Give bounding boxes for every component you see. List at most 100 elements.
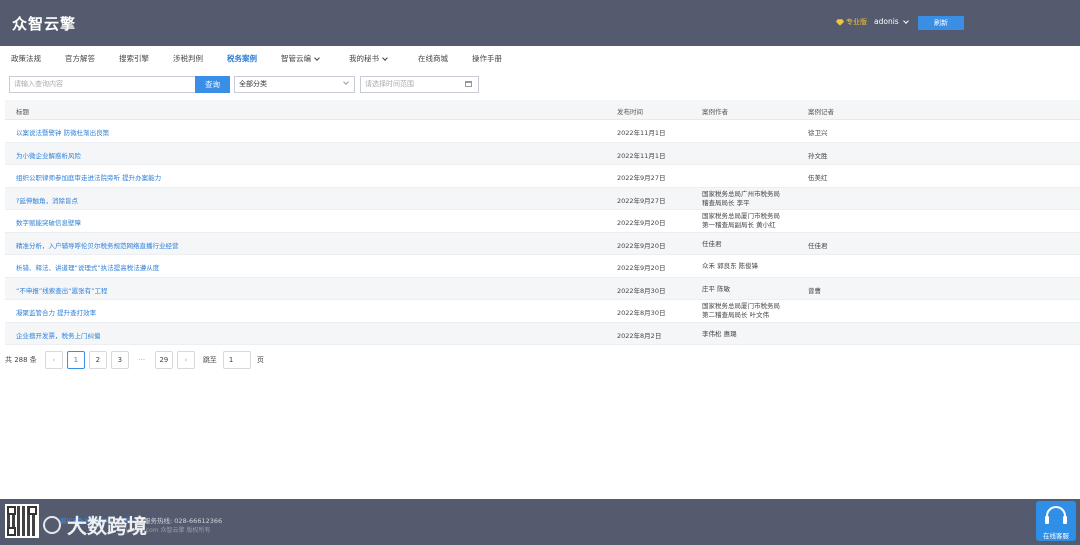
nav-my-secretary[interactable]: 我的秘书 [349, 53, 388, 64]
case-author-line: 国家税务总局厦门市税务局 [702, 212, 780, 220]
header-title: 标题 [16, 108, 29, 116]
case-author-line: 第一稽查局副局长 黄小红 [702, 221, 776, 229]
case-date: 2022年11月1日 [617, 129, 666, 137]
prev-page-button[interactable]: ‹ [44, 351, 63, 369]
nav-search-engine[interactable]: 搜索引擎 [119, 53, 149, 64]
case-author: 任佳君 [702, 240, 722, 249]
watermark: 大数跨境 [43, 510, 147, 539]
header-date: 发布时间 [617, 108, 643, 116]
case-reporter: 任佳君 [808, 241, 828, 250]
jump-label: 跳至 [202, 356, 217, 364]
total-count: 共 288 条 [5, 356, 37, 364]
watermark-text: 大数跨境 [67, 514, 147, 538]
table-row[interactable]: 为小微企业解惑析风险 2022年11月1日 孙文胜 [5, 142, 1080, 165]
case-reporter: 伍美红 [808, 174, 828, 182]
last-page-button[interactable]: 29 [154, 351, 173, 369]
case-title-link[interactable]: ?延伸触角，消除盲点 [16, 195, 78, 205]
case-date: 2022年8月30日 [617, 309, 666, 317]
table-row[interactable]: 以案说法暨警钟 防微杜渐出良策 2022年11月1日 徐卫兴 [5, 120, 1080, 143]
case-author-line: 国家税务总局广州市税务局 [702, 189, 780, 198]
table-row[interactable]: “不申报”线索查出“嚣张有”工程 2022年8月30日 庄平 陈敏 曾曹 [5, 277, 1080, 300]
table-row[interactable]: 凝聚监管合力 提升查打效率 2022年8月30日 国家税务总局厦门市税务局 第二稽查局… [5, 300, 1080, 323]
case-author-line: 第二稽查局局长 叶文伟 [702, 311, 770, 319]
case-title-link[interactable]: 组织公职律师参加庭审走进法院旁听 提升办案能力 [16, 172, 161, 182]
case-title-link[interactable]: 凝聚监管合力 提升查打效率 [16, 307, 96, 317]
table-row[interactable]: ?延伸触角，消除盲点 2022年9月27日 国家税务总局广州市税务局 稽查局局长 李平 [5, 187, 1080, 210]
case-date: 2022年8月30日 [617, 286, 666, 295]
chevron-down-icon [314, 54, 320, 61]
case-table: 标题 发布时间 案例作者 案例记者 以案说法暨警钟 防微杜渐出良策 2022年11… [5, 100, 1080, 345]
table-row[interactable]: 精准分析，入户辅导呼伦贝尔税务规范网络直播行业经营 2022年9月20日 任佳君 任佳… [5, 232, 1080, 255]
date-range-placeholder: 请选择时间范围 [365, 80, 414, 88]
case-reporter: 曾曹 [808, 286, 821, 295]
header-author: 案例作者 [702, 108, 728, 116]
table-header: 标题 发布时间 案例作者 案例记者 [5, 100, 1080, 120]
refresh-button[interactable]: 刷新 [918, 16, 964, 30]
case-reporter: 徐卫兴 [808, 129, 828, 137]
case-title-link[interactable]: 企业擅开发票，税务上门纠偏 [16, 330, 101, 340]
user-menu[interactable]: adonis [874, 17, 909, 26]
nav-tax-cases[interactable]: 税务案例 [227, 53, 257, 64]
case-date: 2022年9月20日 [617, 219, 666, 227]
category-value: 全部分类 [239, 80, 267, 88]
page-suffix: 页 [256, 356, 264, 364]
search-button[interactable]: 查询 [195, 76, 230, 93]
case-author: 国家税务总局广州市税务局 稽查局局长 李平 [702, 190, 780, 208]
nav-policy[interactable]: 政策法规 [11, 53, 41, 64]
case-author-line: 庄平 陈敏 [702, 284, 731, 293]
table-body: 以案说法暨警钟 防微杜渐出良策 2022年11月1日 徐卫兴为小微企业解惑析风险 20… [5, 120, 1080, 345]
qr-code-image [5, 504, 39, 538]
page-button[interactable]: 1 [66, 351, 85, 369]
case-title-link[interactable]: 以案说法暨警钟 防微杜渐出良策 [16, 127, 109, 137]
search-input[interactable]: 请输入查询内容 [9, 76, 195, 93]
case-date: 2022年9月20日 [617, 264, 666, 272]
nav-smart-cloud[interactable]: 智管云编 [281, 53, 320, 64]
hotline: | 服务热线: 028-66612366 [137, 517, 223, 525]
next-page-button[interactable]: › [176, 351, 195, 369]
case-author: 国家税务总局厦门市税务局 第二稽查局局长 叶文伟 [702, 302, 780, 320]
case-title-link[interactable]: “不申报”线索查出“嚣张有”工程 [16, 285, 107, 295]
online-service-button[interactable]: 在线客服 [1036, 501, 1076, 541]
username: adonis [874, 17, 899, 26]
table-row[interactable]: 析错、释法、讲道理“说理式”执法提高税法遵从度 2022年9月20日 众禾 郭良东 … [5, 255, 1080, 278]
chevron-down-icon [902, 17, 909, 24]
top-header: 众智云擎 专业版 adonis 刷新 [0, 0, 1080, 46]
chevron-down-icon [382, 54, 388, 61]
case-author-line: 国家税务总局厦门市税务局 [702, 302, 780, 310]
edition-badge: 专业版 [836, 17, 867, 27]
case-date: 2022年11月1日 [617, 151, 666, 160]
date-range-picker[interactable]: 请选择时间范围 [360, 76, 479, 93]
nav-manual[interactable]: 操作手册 [472, 53, 502, 64]
pagination: 共 288 条 ‹ 1 2 3 ··· 29 › 跳至 1 页 [5, 351, 264, 369]
page-ellipsis[interactable]: ··· [133, 356, 151, 364]
nav-official-answers[interactable]: 官方解答 [65, 53, 95, 64]
case-author-line: 众禾 郭良东 陈俊锋 [702, 262, 759, 270]
watermark-logo-icon [43, 515, 61, 534]
case-date: 2022年9月27日 [617, 196, 666, 205]
case-author-line: 李伟松 惠璐 [702, 329, 737, 338]
table-row[interactable]: 数字赋能突破信息壁障 2022年9月20日 国家税务总局厦门市税务局 第一稽查局副局长… [5, 210, 1080, 233]
nav-online-store[interactable]: 在线商城 [418, 53, 448, 64]
case-author: 庄平 陈敏 [702, 285, 730, 294]
nav-tax-cases-judicial[interactable]: 涉税判例 [173, 53, 203, 64]
table-row[interactable]: 企业擅开发票，税务上门纠偏 2022年8月2日 李伟松 惠璐 [5, 322, 1080, 345]
app-logo[interactable]: 众智云擎 [12, 13, 76, 34]
headset-icon [1045, 506, 1067, 524]
edition-label: 专业版 [846, 18, 867, 26]
case-title-link[interactable]: 析错、释法、讲道理“说理式”执法提高税法遵从度 [16, 262, 159, 272]
case-title-link[interactable]: 精准分析，入户辅导呼伦贝尔税务规范网络直播行业经营 [16, 240, 179, 250]
case-author-line: 稽查局局长 李平 [702, 198, 750, 207]
case-title-link[interactable]: 数字赋能突破信息壁障 [16, 217, 81, 227]
table-row[interactable]: 组织公职律师参加庭审走进法院旁听 提升办案能力 2022年9月27日 伍美红 [5, 165, 1080, 188]
page-button[interactable]: 3 [110, 351, 129, 369]
case-reporter: 孙文胜 [808, 151, 828, 160]
jump-page-input[interactable]: 1 [222, 351, 251, 369]
main-nav: 政策法规 官方解答 搜索引擎 涉税判例 税务案例 智管云编 我的秘书 在线商城 … [0, 46, 1080, 70]
case-title-link[interactable]: 为小微企业解惑析风险 [16, 150, 81, 160]
page-button[interactable]: 2 [88, 351, 107, 369]
calendar-icon [465, 81, 472, 87]
category-select[interactable]: 全部分类 [234, 76, 355, 93]
chevron-down-icon [343, 79, 349, 85]
case-date: 2022年8月2日 [617, 331, 662, 340]
case-author: 众禾 郭良东 陈俊锋 [702, 262, 758, 271]
